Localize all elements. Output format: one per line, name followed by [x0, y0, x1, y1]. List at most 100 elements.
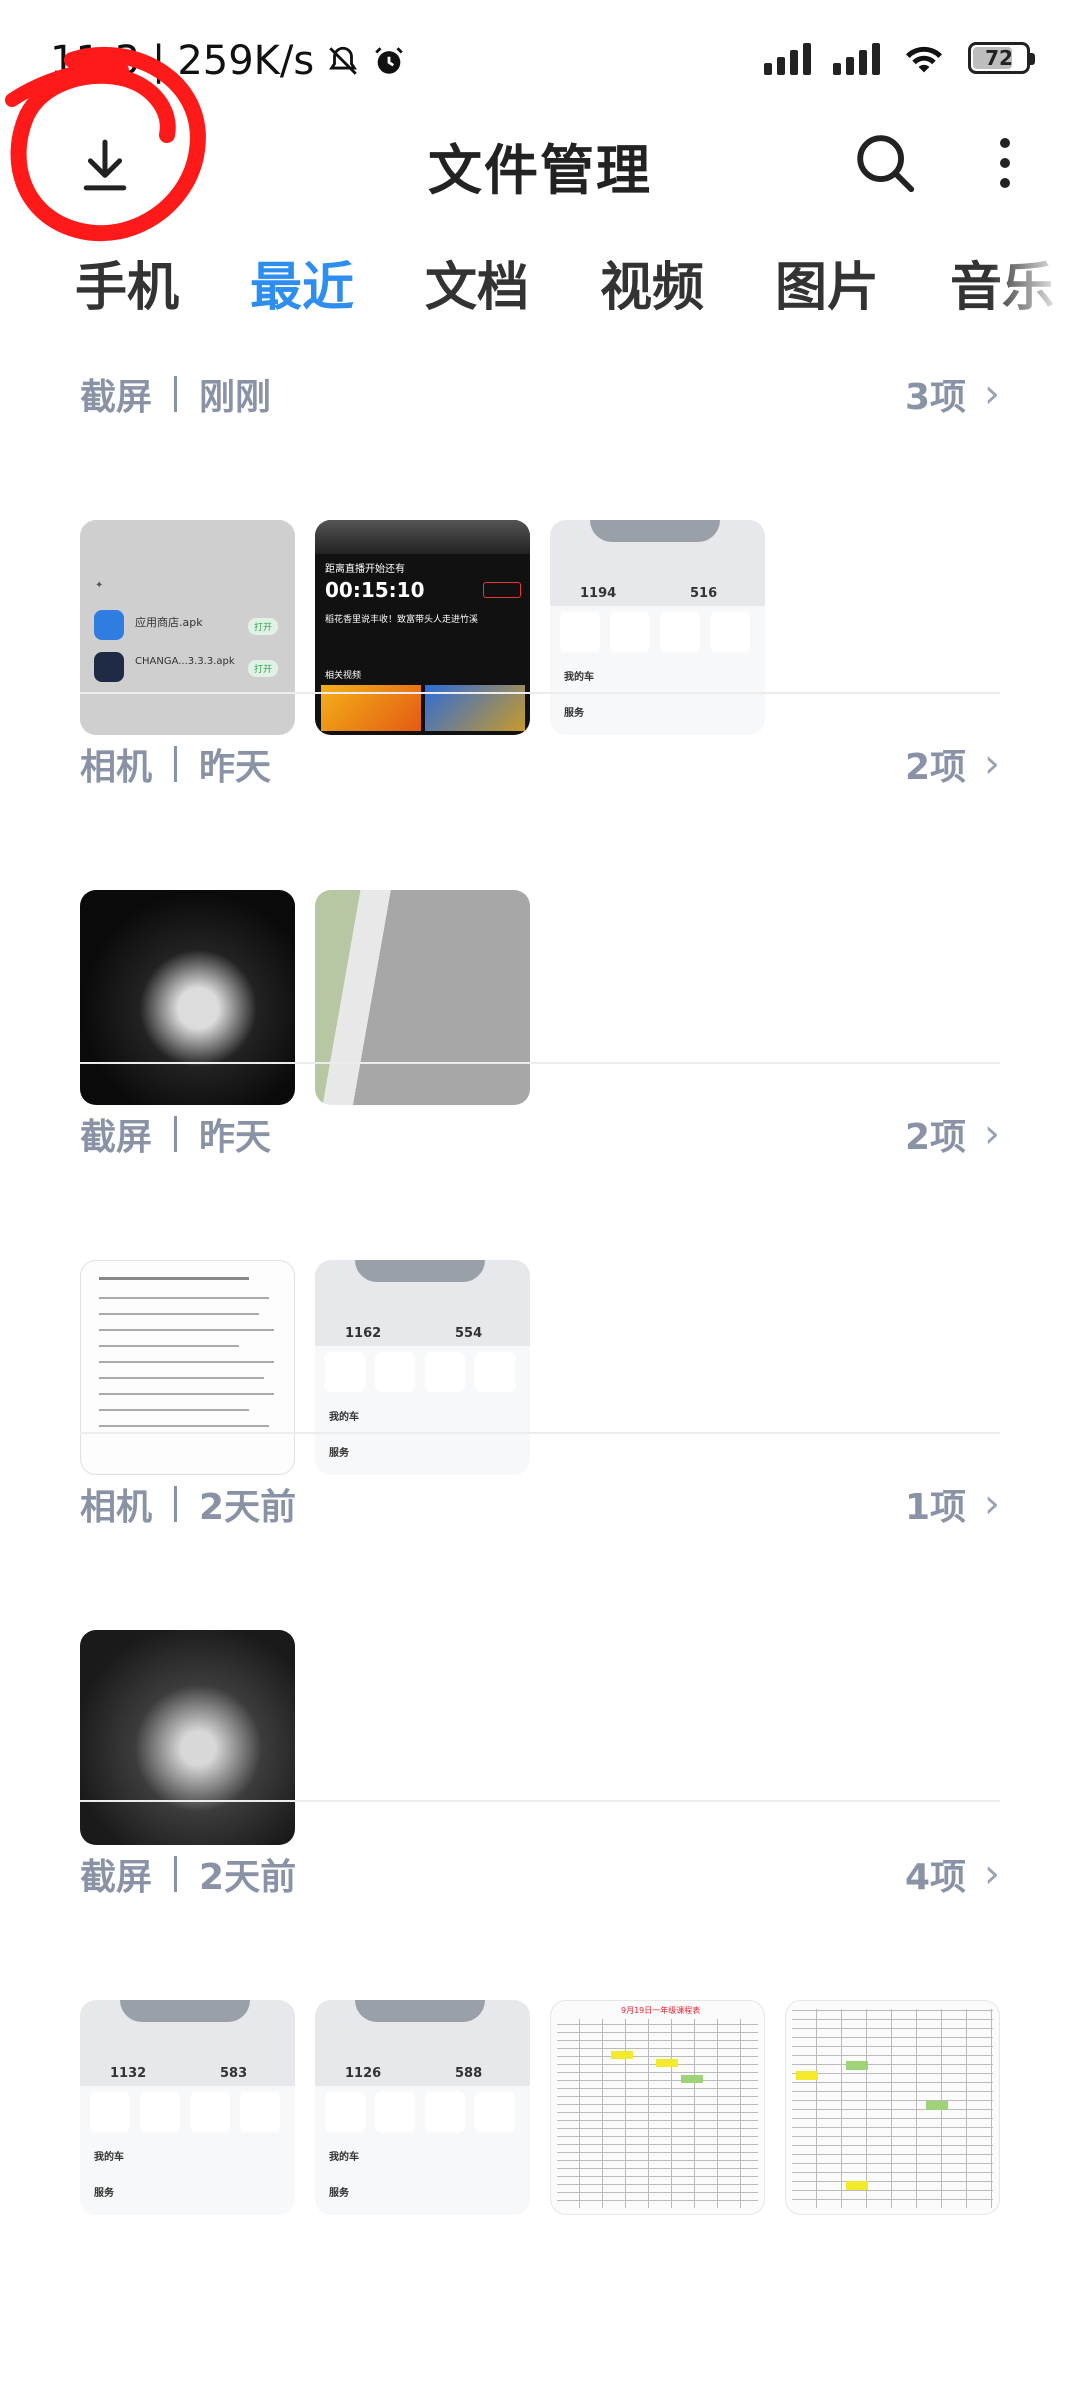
section-title: 相机 2天前	[80, 1478, 296, 1530]
thumbnail[interactable]: 距离直播开始还有 00:15:10 稻花香里说丰收！致富带头人走进竹溪 相关视频	[315, 520, 530, 735]
tab-videos[interactable]: 视频	[600, 245, 704, 320]
thumb-apk2-name: CHANGA...3.3.3.apk	[135, 656, 235, 667]
section-source: 截屏	[80, 1117, 153, 1158]
thumb-mycar: 我的车	[329, 1412, 359, 1423]
thumbnail[interactable]	[80, 1260, 295, 1475]
thumb-km-b: 554	[455, 1326, 483, 1341]
section-title: 截屏 刚刚	[80, 368, 271, 420]
thumb-related: 相关视频	[325, 671, 362, 681]
section-count: 3项 ›	[905, 368, 1000, 420]
tab-recent[interactable]: 最近	[250, 245, 354, 320]
thumb-mycar: 我的车	[94, 2152, 124, 2163]
mute-bell-icon	[329, 46, 358, 75]
more-button[interactable]	[980, 128, 1030, 198]
signal-icon-2	[833, 41, 880, 75]
section-header[interactable]: 截屏 刚刚 3项 ›	[80, 368, 1000, 438]
thumb-service: 服务	[94, 2188, 114, 2199]
thumb-mycar: 我的车	[329, 2152, 359, 2163]
thumb-km-a: 1162	[345, 1326, 382, 1341]
thumb-sheet-title: 9月19日一年级课程表	[621, 2006, 701, 2015]
thumbnail[interactable]: 1162 554 我的车 服务	[315, 1260, 530, 1475]
section-group: 相机 昨天 2项 ›	[80, 738, 1000, 1105]
tab-pictures[interactable]: 图片	[775, 245, 879, 320]
thumb-apk1-name: 应用商店.apk	[135, 616, 203, 629]
section-count-text: 2项	[904, 1117, 966, 1158]
section-source: 相机	[80, 1487, 153, 1528]
section-divider-bar	[174, 1486, 178, 1522]
signal-icon	[764, 41, 811, 75]
thumb-open-2: 打开	[248, 660, 279, 677]
section-group: 截屏 刚刚 3项 › ✦ 应用商店.apk CHANGA...3.3.3.apk…	[80, 368, 1000, 735]
chevron-right-icon: ›	[984, 741, 1000, 787]
battery-icon: 72	[968, 42, 1035, 74]
thumbnail[interactable]: 9月19日一年级课程表	[550, 2000, 765, 2215]
chevron-right-icon: ›	[984, 1481, 1000, 1527]
section-divider	[80, 692, 1000, 694]
section-header[interactable]: 相机 昨天 2项 ›	[80, 738, 1000, 808]
category-tabs: 手机 最近 文档 视频 图片 音乐	[0, 245, 1080, 335]
section-group: 截屏 昨天 2项 › 1162 554 我的车 服务	[80, 1108, 1000, 1475]
section-group: 相机 2天前 1项 ›	[80, 1478, 1000, 1845]
section-count-text: 3项	[904, 377, 966, 418]
thumbnail[interactable]	[80, 890, 295, 1105]
thumbnail[interactable]	[80, 1630, 295, 1845]
section-source: 相机	[80, 747, 153, 788]
chevron-right-icon: ›	[984, 1851, 1000, 1897]
section-count-text: 4项	[904, 1857, 966, 1898]
status-right: 72	[764, 40, 1035, 76]
more-vertical-icon	[1000, 138, 1010, 148]
tabs-fade	[990, 245, 1080, 335]
thumbnail[interactable]	[785, 2000, 1000, 2215]
network-speed: 259K/s	[177, 38, 315, 84]
section-divider-bar	[174, 1856, 178, 1892]
section-count-text: 1项	[904, 1487, 966, 1528]
section-count: 1项 ›	[905, 1478, 1000, 1530]
wifi-icon	[906, 46, 942, 73]
thumb-service: 服务	[329, 1448, 349, 1459]
thumb-km-a: 1126	[345, 2066, 382, 2081]
thumbnail[interactable]: 1194 516 我的车 服务	[550, 520, 765, 735]
section-time: 昨天	[199, 747, 272, 788]
section-header[interactable]: 截屏 2天前 4项 ›	[80, 1848, 1000, 1918]
section-time: 2天前	[199, 1487, 297, 1528]
section-title: 相机 昨天	[80, 738, 271, 790]
section-source: 截屏	[80, 377, 153, 418]
status-separator: |	[151, 38, 166, 84]
section-divider	[80, 1432, 1000, 1434]
thumbnail[interactable]	[315, 890, 530, 1105]
section-count: 4项 ›	[905, 1848, 1000, 1900]
section-time: 刚刚	[199, 377, 272, 418]
tab-phone[interactable]: 手机	[75, 245, 179, 320]
section-divider	[80, 1800, 1000, 1802]
search-icon	[857, 135, 915, 193]
section-time: 昨天	[199, 1117, 272, 1158]
section-header[interactable]: 相机 2天前 1项 ›	[80, 1478, 1000, 1548]
section-divider-bar	[174, 376, 178, 412]
chevron-right-icon: ›	[984, 1111, 1000, 1157]
thumb-mycar: 我的车	[564, 672, 594, 683]
thumbnail[interactable]: 1126 588 我的车 服务	[315, 2000, 530, 2215]
thumb-open-1: 打开	[248, 618, 279, 635]
section-header[interactable]: 截屏 昨天 2项 ›	[80, 1108, 1000, 1178]
section-divider	[80, 1062, 1000, 1064]
thumb-live-title: 距离直播开始还有	[325, 564, 405, 575]
thumb-live-sub: 稻花香里说丰收！致富带头人走进竹溪	[325, 615, 479, 625]
section-divider-bar	[174, 1116, 178, 1152]
section-time: 2天前	[199, 1857, 297, 1898]
section-source: 截屏	[80, 1857, 153, 1898]
thumbnail[interactable]: 1132 583 我的车 服务	[80, 2000, 295, 2215]
thumb-service: 服务	[329, 2188, 349, 2199]
tab-documents[interactable]: 文档	[425, 245, 529, 320]
section-count: 2项 ›	[905, 1108, 1000, 1160]
status-left: 11:3 | 259K/s	[50, 38, 406, 84]
alarm-icon	[375, 47, 403, 74]
thumb-km-b: 583	[220, 2066, 248, 2081]
search-button[interactable]	[850, 128, 920, 198]
thumb-km-b: 588	[455, 2066, 483, 2081]
section-count-text: 2项	[904, 747, 966, 788]
thumbnail[interactable]: ✦ 应用商店.apk CHANGA...3.3.3.apk 打开 打开	[80, 520, 295, 735]
section-title: 截屏 昨天	[80, 1108, 271, 1160]
chevron-right-icon: ›	[984, 371, 1000, 417]
battery-level: 72	[985, 46, 1013, 70]
app-bar: 文件管理	[0, 100, 1080, 220]
